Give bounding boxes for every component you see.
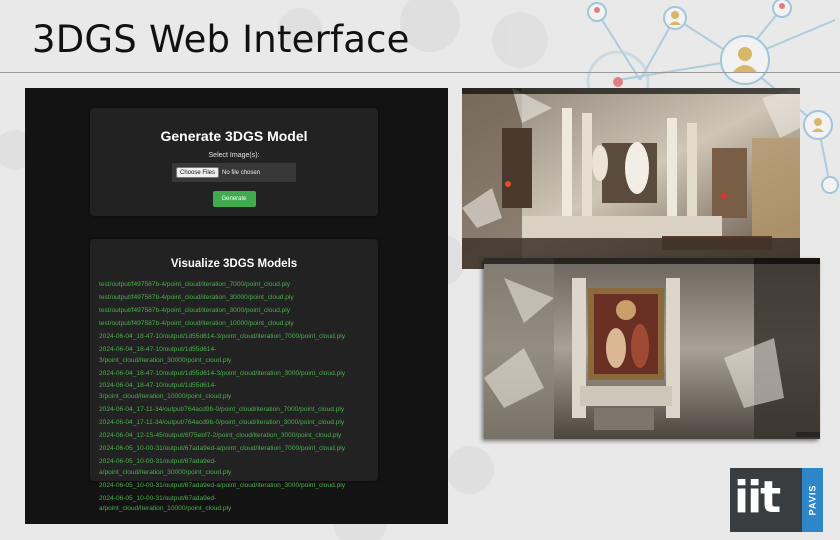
list-item: test/output/f497587b-4/point_cloud/itera… [99,317,378,328]
generate-model-card: Generate 3DGS Model Select Image(s): Cho… [90,108,378,216]
render-screenshot-bottom [484,258,820,439]
list-item: 2024-06-04_17-11-34/output/764acd9b-0/po… [99,403,378,414]
model-link[interactable]: test/output/f497587b-4/point_cloud/itera… [99,294,294,301]
list-item: 2024-06-05_10-00-31/output/67ada9ed- a/p… [99,455,378,476]
list-item: 2024-06-04_12-15-45/output/6f75ebf7-2/po… [99,429,378,440]
iit-pavis-logo: iit PAVIS [730,468,823,532]
model-link[interactable]: 2024-06-04_18-47-10/output/1d55d614- 3/p… [99,382,231,400]
visualize-models-card: Visualize 3DGS Models test/output/f49758… [90,239,378,512]
logo-pavis-text: PAVIS [807,484,818,516]
model-link[interactable]: 2024-06-05_10-00-31/output/67ada9ed- a/p… [99,495,231,513]
render-top-header [462,88,800,94]
model-link[interactable]: test/output/f497587b-4/point_cloud/itera… [99,307,290,314]
list-item: 2024-06-04_18-47-10/output/1d55d614- 3/p… [99,343,378,364]
logo-pavis-band: PAVIS [802,468,823,532]
logo-iit-text: iit [734,472,781,523]
model-link[interactable]: test/output/f497587b-4/point_cloud/itera… [99,320,294,327]
list-item: 2024-06-04_18-47-10/output/1d55d614- 3/p… [99,379,378,400]
model-link[interactable]: 2024-06-05_10-00-31/output/67ada9ed- a/p… [99,458,231,476]
title-divider [0,72,840,73]
model-link[interactable]: 2024-06-05_10-00-31/output/67ada9ed-a/po… [99,482,345,489]
model-link[interactable]: 2024-06-04_18-47-10/output/1d55d614-3/po… [99,333,345,340]
list-item: test/output/f497587b-4/point_cloud/itera… [99,291,378,302]
model-list: test/output/f497587b-4/point_cloud/itera… [99,278,378,513]
select-images-label: Select Image(s): [208,152,260,159]
choose-files-button[interactable]: Choose Files [176,167,220,178]
web-interface-screenshot: Generate 3DGS Model Select Image(s): Cho… [25,88,448,524]
file-status-text: No file chosen [222,169,261,176]
list-item: 2024-06-05_10-00-31/output/67ada9ed- a/p… [99,492,378,513]
model-link[interactable]: 2024-06-04_17-11-34/output/764acd9b-0/po… [99,419,344,426]
render-bottom-header [484,258,820,264]
altar-render-image [462,88,800,269]
generate-heading: Generate 3DGS Model [160,128,308,144]
model-link[interactable]: 2024-06-04_17-11-34/output/764acd9b-0/po… [99,406,344,413]
chapel-render-image [484,258,820,439]
list-item: test/output/f497587b-4/point_cloud/itera… [99,278,378,289]
slide-title: 3DGS Web Interface [32,18,410,61]
list-item: 2024-06-05_10-00-31/output/67ada9ed-a/po… [99,442,378,453]
file-input[interactable]: Choose Files No file chosen [172,163,296,182]
visualize-heading: Visualize 3DGS Models [170,258,298,270]
model-link[interactable]: 2024-06-04_12-15-45/output/6f75ebf7-2/po… [99,432,341,439]
model-link[interactable]: 2024-06-04_18-47-10/output/1d55d614-3/po… [99,370,345,377]
render-screenshot-top [462,88,800,269]
list-item: 2024-06-04_17-11-34/output/764acd9b-0/po… [99,416,378,427]
list-item: 2024-06-04_18-47-10/output/1d55d614-3/po… [99,330,378,341]
list-item: test/output/f497587b-4/point_cloud/itera… [99,304,378,315]
model-link[interactable]: 2024-06-05_10-00-31/output/67ada9ed-a/po… [99,445,345,452]
list-item: 2024-06-05_10-00-31/output/67ada9ed-a/po… [99,479,378,490]
generate-button[interactable]: Generate [212,191,256,207]
model-link[interactable]: 2024-06-04_18-47-10/output/1d55d614- 3/p… [99,346,231,364]
model-link[interactable]: test/output/f497587b-4/point_cloud/itera… [99,281,290,288]
list-item: 2024-06-04_18-47-10/output/1d55d614-3/po… [99,367,378,378]
